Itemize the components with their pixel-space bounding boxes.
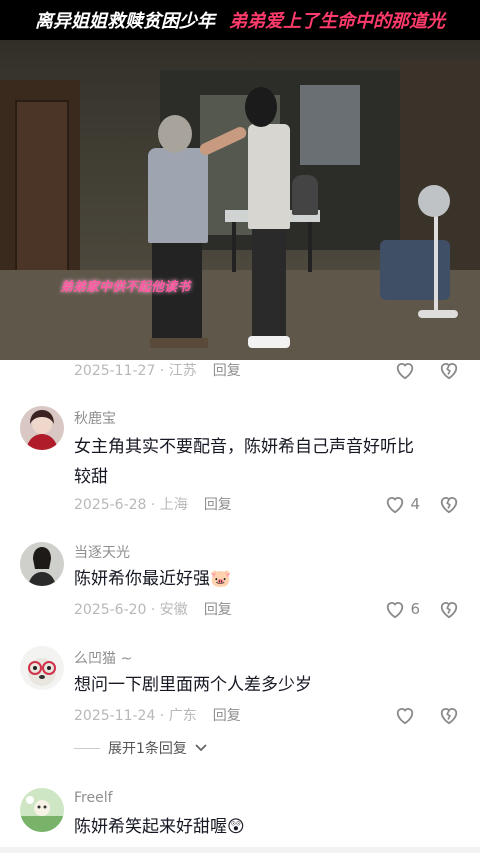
like-button[interactable]: 6 bbox=[384, 599, 420, 619]
expand-replies-button[interactable]: 展开1条回复 bbox=[74, 738, 207, 758]
divider bbox=[74, 747, 100, 749]
username[interactable]: 秋鹿宝 bbox=[74, 408, 116, 428]
video-frame: 弟弟家中供不起他读书 bbox=[0, 40, 480, 360]
avatar[interactable] bbox=[20, 646, 64, 690]
broken-heart-icon[interactable] bbox=[438, 360, 460, 380]
expand-replies-label: 展开1条回复 bbox=[108, 741, 187, 757]
heart-icon bbox=[394, 705, 416, 725]
reply-button[interactable]: 回复 bbox=[213, 705, 241, 725]
comment-text: 女主角其实不要配音，陈妍希自己声音好听比 较甜 bbox=[74, 437, 414, 487]
video-title-right: 弟弟爱上了生命中的那道光 bbox=[229, 11, 445, 32]
broken-heart-icon[interactable] bbox=[438, 599, 460, 619]
comment-meta: 2025-11-27 · 江苏 回复 bbox=[0, 357, 480, 383]
video-caption: 弟弟家中供不起他读书 bbox=[60, 280, 191, 295]
comment-date: 2025-11-24 · 广东 bbox=[74, 708, 197, 724]
heart-icon bbox=[384, 599, 406, 619]
video-player[interactable]: 弟弟家中供不起他读书 离异姐姐救赎贫困少年 弟弟爱上了生命中的那道光 bbox=[0, 0, 480, 360]
avatar[interactable] bbox=[20, 788, 64, 832]
chevron-down-icon bbox=[195, 743, 207, 753]
reply-button[interactable]: 回复 bbox=[213, 360, 241, 380]
video-title-left: 离异姐姐救赎贫困少年 bbox=[35, 11, 215, 32]
broken-heart-icon[interactable] bbox=[438, 705, 460, 725]
comment-meta: 2025-6-20 · 安徽 回复 6 bbox=[0, 596, 480, 622]
avatar[interactable] bbox=[20, 542, 64, 586]
comment-date: 2025-6-28 · 上海 bbox=[74, 497, 188, 513]
username[interactable]: 么凹猫 ~ bbox=[74, 648, 132, 668]
like-button[interactable] bbox=[394, 360, 420, 380]
comment-text: 陈妍希你最近好强🐷 bbox=[74, 569, 232, 589]
username[interactable]: 当逐天光 bbox=[74, 542, 130, 562]
like-count: 4 bbox=[410, 495, 420, 513]
avatar[interactable] bbox=[20, 406, 64, 450]
video-title-bar: 离异姐姐救赎贫困少年 弟弟爱上了生命中的那道光 bbox=[0, 0, 480, 40]
bottom-divider bbox=[0, 847, 480, 853]
comment-date: 2025-6-20 · 安徽 bbox=[74, 602, 188, 618]
reply-button[interactable]: 回复 bbox=[204, 599, 232, 619]
heart-icon bbox=[384, 494, 406, 514]
like-count: 6 bbox=[410, 600, 420, 618]
heart-icon bbox=[394, 360, 416, 380]
comment-meta: 2025-11-24 · 广东 回复 bbox=[0, 702, 480, 728]
username[interactable]: Freelf bbox=[74, 790, 113, 806]
comment-meta: 2025-6-28 · 上海 回复 4 bbox=[0, 491, 480, 517]
comment-text: 陈妍希笑起来好甜喔😲 bbox=[74, 817, 245, 837]
comment-text: 想问一下剧里面两个人差多少岁 bbox=[74, 675, 312, 695]
like-button[interactable] bbox=[394, 705, 420, 725]
comment-date: 2025-11-27 · 江苏 bbox=[74, 363, 197, 379]
like-button[interactable]: 4 bbox=[384, 494, 420, 514]
broken-heart-icon[interactable] bbox=[438, 494, 460, 514]
reply-button[interactable]: 回复 bbox=[204, 494, 232, 514]
